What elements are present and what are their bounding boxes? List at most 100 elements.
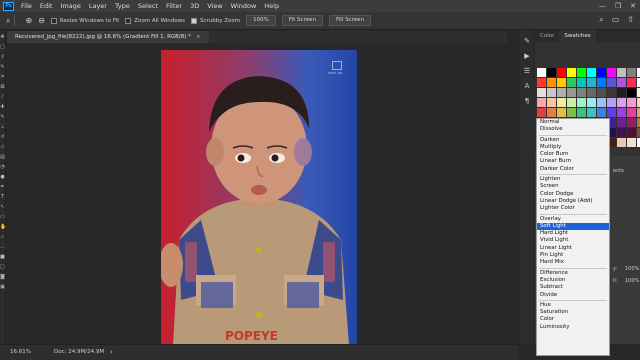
swatch[interactable]: [577, 68, 586, 77]
blend-mode-option[interactable]: Linear Light: [537, 245, 609, 252]
scrubby-zoom-option[interactable]: Scrubby Zoom: [191, 17, 240, 24]
document-image[interactable]: POPEYE: [161, 50, 357, 345]
status-menu-icon[interactable]: ›: [110, 348, 113, 356]
swatch[interactable]: [547, 88, 556, 97]
brush-tool-icon[interactable]: ✎: [0, 114, 5, 120]
blend-mode-option[interactable]: Normal: [537, 119, 609, 126]
swatch[interactable]: [547, 78, 556, 87]
path-select-tool-icon[interactable]: ↖: [0, 204, 5, 210]
blend-mode-dropdown[interactable]: Normal Dissolve Darken Multiply Color Burn Li…: [536, 118, 610, 356]
menu-select[interactable]: Select: [134, 0, 162, 12]
blend-mode-option[interactable]: Soft Light: [537, 222, 609, 231]
swatch[interactable]: [607, 108, 616, 117]
zoom-in-icon[interactable]: ⊕: [25, 16, 32, 25]
healing-tool-icon[interactable]: ✚: [0, 104, 5, 110]
swatch[interactable]: [587, 68, 596, 77]
tab-swatches[interactable]: Swatches: [559, 30, 596, 42]
workspace-icon[interactable]: ▭: [612, 15, 620, 25]
swatch[interactable]: [557, 78, 566, 87]
swatch[interactable]: [567, 78, 576, 87]
zoom-tool-icon[interactable]: ⌕: [6, 16, 10, 26]
blend-mode-option[interactable]: Exclusion: [537, 277, 609, 284]
hand-tool-icon[interactable]: ✋: [0, 224, 6, 230]
swatch[interactable]: [537, 88, 546, 97]
shape-tool-icon[interactable]: ▭: [0, 214, 5, 220]
menu-filter[interactable]: Filter: [162, 0, 186, 12]
swatch[interactable]: [537, 108, 546, 117]
pen-tool-icon[interactable]: ✒: [0, 184, 5, 190]
blend-mode-option[interactable]: Luminosity: [537, 324, 609, 331]
swatch[interactable]: [547, 98, 556, 107]
marquee-tool-icon[interactable]: ▢: [0, 44, 5, 50]
minimize-icon[interactable]: —: [599, 0, 606, 12]
swatch[interactable]: [557, 108, 566, 117]
swatch[interactable]: [617, 138, 626, 147]
blend-mode-option[interactable]: Difference: [537, 270, 609, 277]
menu-3d[interactable]: 3D: [186, 0, 203, 12]
menu-type[interactable]: Type: [111, 0, 134, 12]
more-tools-icon[interactable]: …: [0, 244, 5, 250]
blend-mode-option[interactable]: Lighten: [537, 176, 609, 183]
swatch[interactable]: [567, 88, 576, 97]
swatch[interactable]: [607, 68, 616, 77]
swatch[interactable]: [597, 68, 606, 77]
blur-tool-icon[interactable]: ◔: [0, 164, 5, 170]
blend-mode-option[interactable]: Dissolve: [537, 126, 609, 133]
menu-help[interactable]: Help: [260, 0, 283, 12]
swatch[interactable]: [627, 68, 636, 77]
close-tab-icon[interactable]: ×: [196, 34, 201, 40]
restore-icon[interactable]: ❐: [615, 0, 621, 12]
foreground-color-icon[interactable]: ■: [0, 254, 5, 260]
zoom-icon[interactable]: ⌕: [0, 234, 5, 240]
zoom-all-windows-option[interactable]: Zoom All Windows: [125, 17, 185, 24]
swatch[interactable]: [567, 108, 576, 117]
history-brush-tool-icon[interactable]: ↺: [0, 134, 5, 140]
blend-mode-option[interactable]: Lighter Color: [537, 205, 609, 212]
zoom-100-button[interactable]: 100%: [246, 15, 276, 26]
type-tool-icon[interactable]: T: [0, 194, 5, 200]
background-color-icon[interactable]: □: [0, 264, 5, 270]
brush-settings-icon[interactable]: ✎: [519, 37, 535, 45]
paragraph-icon[interactable]: ¶: [519, 97, 535, 105]
blend-mode-option[interactable]: Pin Light: [537, 252, 609, 259]
gradient-tool-icon[interactable]: ▤: [0, 154, 5, 160]
blend-mode-option[interactable]: Vivid Light: [537, 237, 609, 244]
stamp-tool-icon[interactable]: ⊥: [0, 124, 5, 130]
blend-mode-option[interactable]: Divide: [537, 292, 609, 299]
blend-mode-option[interactable]: Linear Dodge (Add): [537, 198, 609, 205]
swatch[interactable]: [597, 78, 606, 87]
swatch[interactable]: [597, 88, 606, 97]
swatch[interactable]: [617, 88, 626, 97]
adjust-icon[interactable]: ☰: [519, 67, 535, 75]
swatch[interactable]: [627, 88, 636, 97]
eyedropper-tool-icon[interactable]: ⁄: [0, 94, 5, 100]
fit-screen-button[interactable]: Fit Screen: [281, 15, 323, 26]
menu-view[interactable]: View: [203, 0, 226, 12]
share-icon[interactable]: ⇧: [627, 15, 634, 25]
swatch[interactable]: [617, 118, 626, 127]
swatch[interactable]: [577, 108, 586, 117]
menu-window[interactable]: Window: [227, 0, 261, 12]
fill-value[interactable]: 100%: [625, 278, 639, 288]
screen-mode-icon[interactable]: ▣: [0, 284, 5, 290]
swatch[interactable]: [537, 68, 546, 77]
search-icon[interactable]: ⌕: [599, 15, 603, 25]
swatch[interactable]: [557, 88, 566, 97]
swatch[interactable]: [607, 98, 616, 107]
menu-layer[interactable]: Layer: [85, 0, 111, 12]
menu-file[interactable]: File: [17, 0, 36, 12]
swatch[interactable]: [617, 108, 626, 117]
swatch[interactable]: [607, 78, 616, 87]
move-tool-icon[interactable]: ✥: [0, 34, 5, 40]
swatch[interactable]: [567, 68, 576, 77]
opacity-value[interactable]: 100%: [625, 266, 639, 276]
swatch[interactable]: [597, 98, 606, 107]
dodge-tool-icon[interactable]: ●: [0, 174, 5, 180]
swatch[interactable]: [577, 98, 586, 107]
swatch[interactable]: [597, 108, 606, 117]
zoom-out-icon[interactable]: ⊖: [38, 16, 45, 25]
lasso-tool-icon[interactable]: ℓ: [0, 54, 5, 60]
menu-edit[interactable]: Edit: [36, 0, 57, 12]
blend-mode-option[interactable]: Multiply: [537, 144, 609, 151]
crop-tool-icon[interactable]: ⌗: [0, 74, 5, 80]
